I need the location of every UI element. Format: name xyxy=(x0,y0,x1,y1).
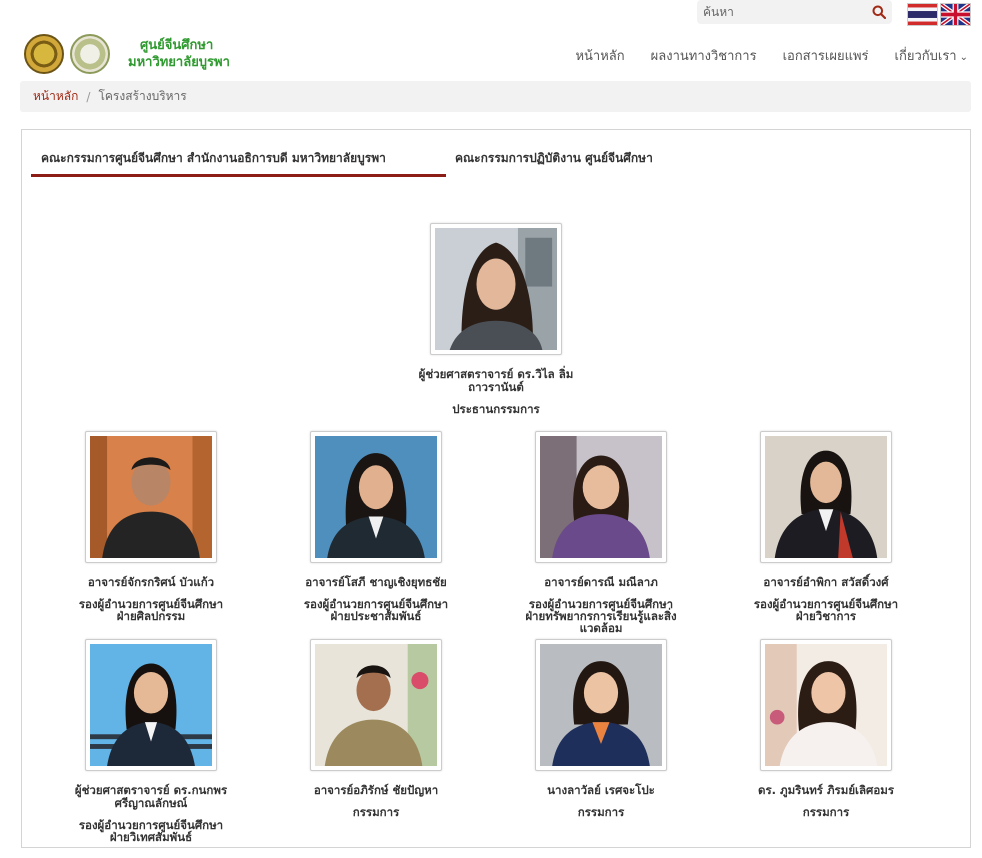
search-input[interactable] xyxy=(697,0,866,24)
search-button[interactable] xyxy=(866,0,892,24)
nav-home[interactable]: หน้าหลัก xyxy=(575,45,624,66)
member-role: รองผู้อำนวยการศูนย์จีนศึกษา ฝ่ายทรัพยากร… xyxy=(525,597,677,635)
search-icon xyxy=(872,5,886,19)
member-role: รองผู้อำนวยการศูนย์จีนศึกษา ฝ่ายประชาสัม… xyxy=(303,597,449,623)
member-card: นางลาวัลย์ เรศจะโปะ กรรมการ xyxy=(501,639,701,818)
member-card: ดร. ภูมรินทร์ ภิรมย์เลิศอมร กรรมการ xyxy=(726,639,926,818)
member-name: ดร. ภูมรินทร์ ภิรมย์เลิศอมร xyxy=(758,783,894,797)
nav-academic-works[interactable]: ผลงานทางวิชาการ xyxy=(651,45,757,66)
member-photo[interactable] xyxy=(310,639,442,771)
member-photo[interactable] xyxy=(535,431,667,563)
center-seal-icon xyxy=(70,34,110,74)
thai-flag-icon[interactable] xyxy=(907,3,938,26)
member-name: อาจารย์อำพิกา สวัสดิ์วงศ์ xyxy=(763,575,889,589)
university-seal-icon xyxy=(24,34,64,74)
member-name: นางลาวัลย์ เรศจะโปะ xyxy=(547,783,655,797)
member-photo[interactable] xyxy=(760,639,892,771)
breadcrumb-current: โครงสร้างบริหาร xyxy=(98,89,187,103)
member-name: อาจารย์โสภี ชาญเชิงยุทธชัย xyxy=(305,575,447,589)
member-card: อาจารย์จักรกริศน์ บัวแก้ว รองผู้อำนวยการ… xyxy=(51,431,251,622)
member-name: ผู้ช่วยศาสตราจารย์ ดร.วิไล ลิ่ม ถาวรานัน… xyxy=(418,367,574,394)
member-role: รองผู้อำนวยการศูนย์จีนศึกษา ฝ่ายศิลปกรรม xyxy=(78,597,224,623)
member-role: กรรมการ xyxy=(802,805,850,819)
member-photo[interactable] xyxy=(760,431,892,563)
member-photo[interactable] xyxy=(310,431,442,563)
member-card: อาจารย์อภิรักษ์ ชัยปัญหา กรรมการ xyxy=(276,639,476,818)
nav-publications[interactable]: เอกสารเผยแพร่ xyxy=(783,45,869,66)
tab-committee[interactable]: คณะกรรมการศูนย์จีนศึกษา สำนักงานอธิการบด… xyxy=(31,149,446,177)
tab-operations-committee[interactable]: คณะกรรมการปฏิบัติงาน ศูนย์จีนศึกษา xyxy=(455,149,653,177)
member-photo[interactable] xyxy=(535,639,667,771)
member-role: รองผู้อำนวยการศูนย์จีนศึกษา ฝ่ายวิชาการ xyxy=(753,597,899,623)
member-card: อาจารย์โสภี ชาญเชิงยุทธชัย รองผู้อำนวยกา… xyxy=(276,431,476,622)
member-card: อาจารย์อำพิกา สวัสดิ์วงศ์ รองผู้อำนวยการ… xyxy=(726,431,926,622)
member-photo[interactable] xyxy=(85,431,217,563)
search-box xyxy=(697,0,892,24)
member-name: อาจารย์อภิรักษ์ ชัยปัญหา xyxy=(313,783,439,797)
main-nav: หน้าหลัก ผลงานทางวิชาการ เอกสารเผยแพร่ เ… xyxy=(549,45,968,66)
breadcrumb-separator: / xyxy=(86,89,91,104)
member-card: อาจารย์ดารณี มณีลาภ รองผู้อำนวยการศูนย์จ… xyxy=(501,431,701,634)
member-photo[interactable] xyxy=(85,639,217,771)
member-name: อาจารย์จักรกริศน์ บัวแก้ว xyxy=(87,575,215,589)
member-role: กรรมการ xyxy=(577,805,625,819)
chair-card: ผู้ช่วยศาสตราจารย์ ดร.วิไล ลิ่ม ถาวรานัน… xyxy=(396,223,596,415)
content-panel: คณะกรรมการศูนย์จีนศึกษา สำนักงานอธิการบด… xyxy=(21,129,971,848)
logo-text: ศูนย์จีนศึกษา มหาวิทยาลัยบูรพา xyxy=(128,38,230,70)
breadcrumb: หน้าหลัก / โครงสร้างบริหาร xyxy=(20,81,971,112)
chevron-down-icon: ⌄ xyxy=(959,52,968,63)
nav-about[interactable]: เกี่ยวกับเรา ⌄ xyxy=(895,45,968,66)
breadcrumb-home[interactable]: หน้าหลัก xyxy=(33,87,78,106)
member-card: ผู้ช่วยศาสตราจารย์ ดร.กนกพร ศรีญาณลักษณ์… xyxy=(51,639,251,843)
member-role: ประธานกรรมการ xyxy=(452,402,540,416)
member-name: อาจารย์ดารณี มณีลาภ xyxy=(544,575,658,589)
site-logo[interactable]: ศูนย์จีนศึกษา มหาวิทยาลัยบูรพา xyxy=(24,34,230,74)
uk-flag-icon[interactable] xyxy=(940,3,971,26)
member-role: กรรมการ xyxy=(352,805,400,819)
member-role: รองผู้อำนวยการศูนย์จีนศึกษา ฝ่ายวิเทศสัม… xyxy=(78,818,224,844)
member-photo[interactable] xyxy=(430,223,562,355)
member-name: ผู้ช่วยศาสตราจารย์ ดร.กนกพร ศรีญาณลักษณ์ xyxy=(74,783,228,810)
